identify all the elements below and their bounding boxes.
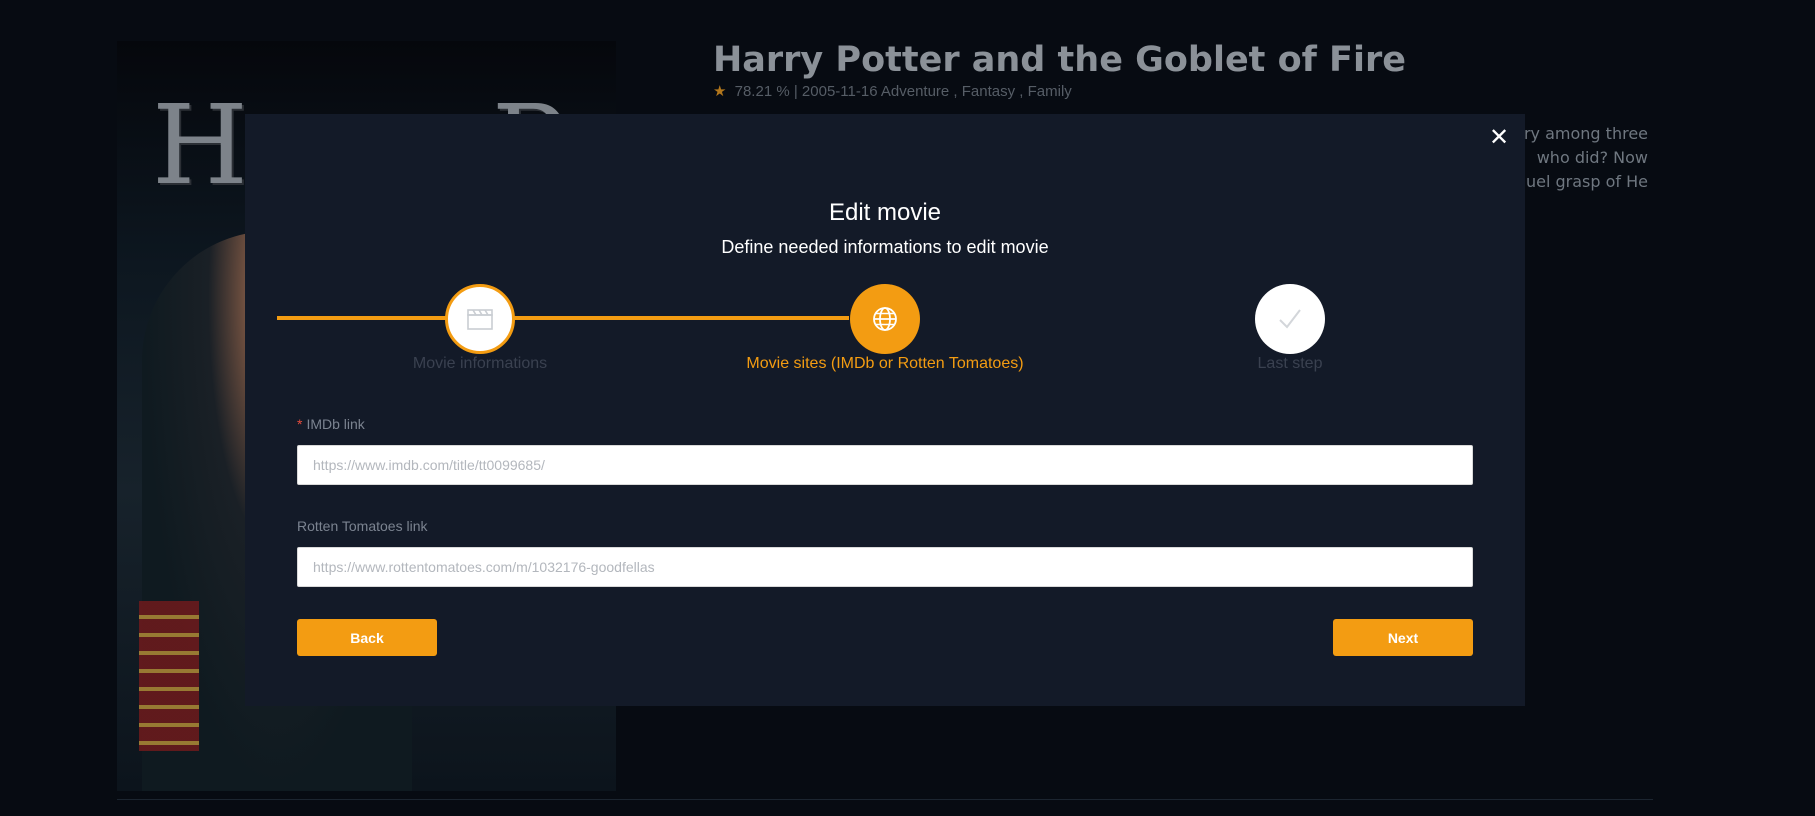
step-3-circle[interactable] — [1255, 284, 1325, 354]
step-2-circle[interactable] — [850, 284, 920, 354]
step-1-label: Movie informations — [412, 355, 548, 372]
step-1-circle[interactable] — [445, 284, 515, 354]
imdb-link-input[interactable] — [297, 445, 1473, 485]
movie-release-date: 2005-11-16 — [801, 83, 878, 100]
rotten-tomatoes-link-label: Rotten Tomatoes link — [297, 518, 428, 534]
page-divider — [117, 799, 1653, 800]
check-icon — [1279, 309, 1301, 329]
globe-icon — [873, 307, 897, 331]
edit-movie-modal: ✕ Edit movie Define needed informations … — [245, 114, 1525, 706]
close-icon[interactable]: ✕ — [1487, 126, 1511, 150]
imdb-link-label-text: IMDb link — [306, 416, 365, 432]
imdb-link-label: * IMDb link — [297, 416, 365, 432]
movie-title: Harry Potter and the Goblet of Fire — [713, 40, 1406, 80]
step-3-label: Last step — [1257, 355, 1323, 372]
next-button[interactable]: Next — [1333, 619, 1473, 656]
star-icon: ★ — [713, 83, 727, 100]
clapperboard-icon — [467, 309, 493, 330]
movie-meta: ★ 78.21 % | 2005-11-16 Adventure , Fanta… — [713, 82, 1072, 100]
meta-separator: | — [793, 83, 798, 100]
movie-rating: 78.21 % — [734, 83, 790, 100]
modal-subtitle: Define needed informations to edit movie — [721, 237, 1049, 257]
rotten-tomatoes-link-input[interactable] — [297, 547, 1473, 587]
back-button[interactable]: Back — [297, 619, 437, 656]
stepper-progress-line — [277, 316, 849, 320]
poster-scarf — [139, 601, 199, 751]
required-mark: * — [297, 416, 303, 432]
modal-title: Edit movie — [828, 199, 942, 226]
movie-genres: Adventure , Fantasy , Family — [880, 83, 1072, 100]
step-2-label: Movie sites (IMDb or Rotten Tomatoes) — [746, 355, 1024, 372]
